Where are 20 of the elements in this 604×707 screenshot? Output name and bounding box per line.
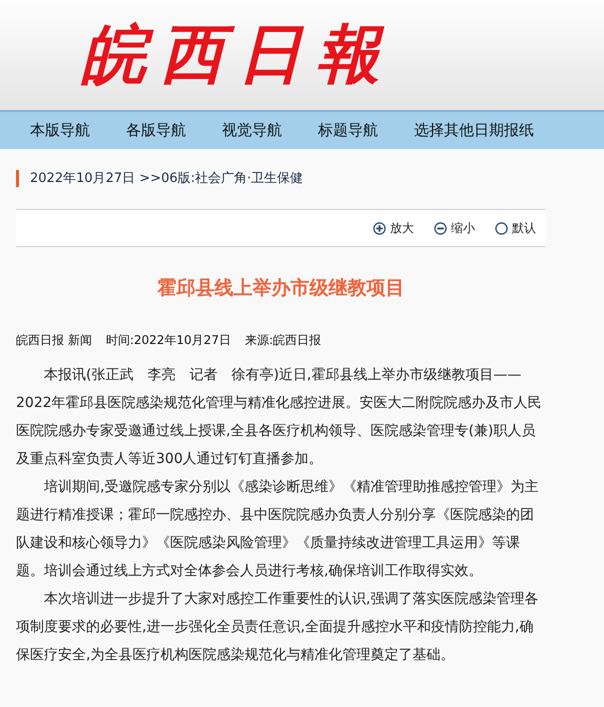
nav-link[interactable]: 选择其他日期报纸 <box>414 121 534 140</box>
article-paragraph: 本报讯(张正武 李亮 记者 徐有亭)近日,霍邱县线上举办市级继教项目——2022年霍邱县医院感染规范化管理与精准化感控进展。安医大二附院院感办及市人民医院院感办专家受邀通过线上授课,全县各医疗机构领导、医院感染管理专(兼)职人员及重点科室负责人等近300人通过钉钉直播参加。 <box>16 366 543 469</box>
article-meta: 来源:皖西日报 <box>244 332 321 349</box>
font-size-link[interactable]: 缩小 <box>434 220 475 236</box>
zoom-in-icon <box>373 222 386 234</box>
nav-link[interactable]: 视觉导航 <box>222 121 282 140</box>
font-size-link[interactable]: 放大 <box>373 220 414 236</box>
nav-link[interactable]: 本版导航 <box>30 121 90 140</box>
article-paragraph: 本次培训进一步提升了大家对感控工作重要性的认识,强调了落实医院感染管理各项制度要求的必要性,进一步强化全员责任意识,全面提升感控水平和疫情防控能力,确保医疗安全,为全县医疗机构医院感染规范化与精准化管理奠定了基础。 <box>16 590 540 665</box>
nav-link[interactable]: 各版导航 <box>126 121 186 140</box>
article-paragraph: 培训期间,受邀院感专家分别以《感染诊断思维》《精准管理助推感控管理》为主题进行精准授课；霍邱一院感控办、县中医院院感办负责人分别分享《医院感染的团队建设和核心领导力》《医院感染风险管理》《质量持续改进管理工具运用》等课题。培训会通过线上方式对全体参会人员进行考核,确保培训工作取得实效。 <box>16 478 540 581</box>
circle-icon <box>495 222 508 234</box>
font-size-link[interactable]: 默认 <box>495 220 536 236</box>
article-meta: 时间:2022年10月27日 <box>106 332 231 349</box>
newspaper-logo: 皖西日報 <box>82 23 394 87</box>
nav-link[interactable]: 标题导航 <box>318 121 378 140</box>
breadcrumb: 2022年10月27日 >>06版:社会广角·卫生保健 <box>16 170 546 187</box>
article-title: 霍邱县线上举办市级继教项目 <box>156 277 406 301</box>
article-meta: 皖西日报 新闻 <box>16 332 92 349</box>
zoom-out-icon <box>434 222 447 234</box>
